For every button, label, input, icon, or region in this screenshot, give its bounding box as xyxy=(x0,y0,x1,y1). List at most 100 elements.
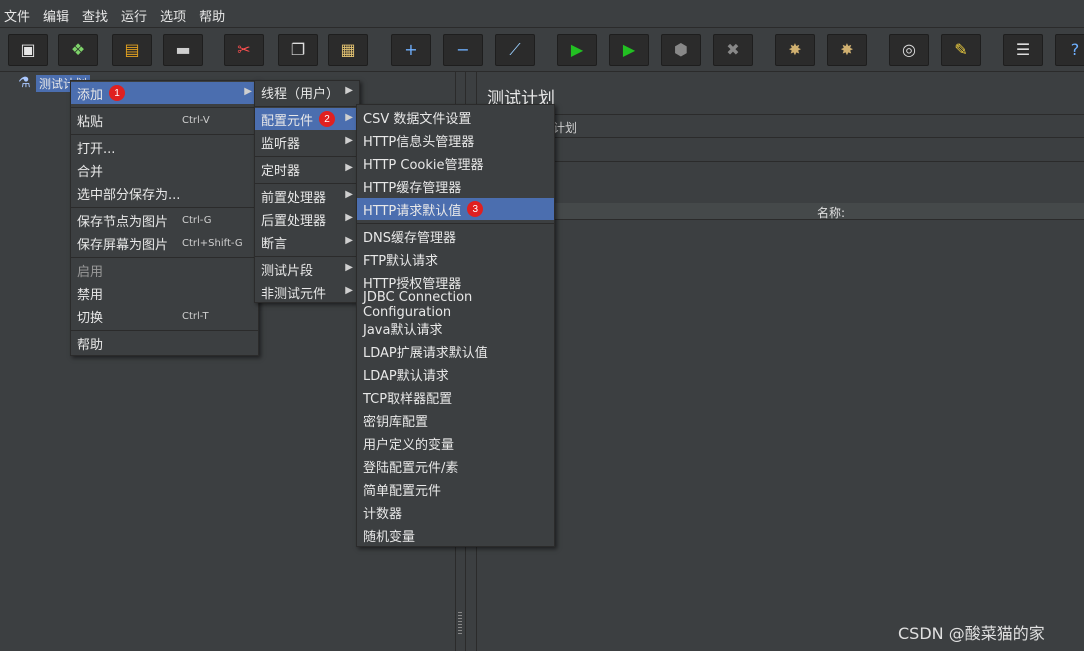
menu3-item[interactable]: HTTP请求默认值 3 xyxy=(357,198,554,220)
collapse-button[interactable]: − xyxy=(443,34,483,66)
menu-item-label: 监听器 xyxy=(261,136,301,152)
menu1-item[interactable]: 选中部分保存为... xyxy=(71,182,258,204)
clear-all-button[interactable]: ✸ xyxy=(827,34,867,66)
menu-shortcut: Ctrl-G xyxy=(182,214,212,226)
menu3-item[interactable]: CSV 数据文件设置 xyxy=(357,106,554,128)
menu3-item[interactable]: 密钥库配置 xyxy=(357,409,554,431)
menu-0[interactable]: 文件 xyxy=(4,6,30,25)
menu1-item[interactable]: 添加 1 ▶ xyxy=(71,82,258,104)
toggle-button[interactable]: ⟋ xyxy=(495,34,535,66)
menu1-item[interactable]: 粘贴 Ctrl-V xyxy=(71,109,258,131)
menu2-item[interactable]: 非测试元件 ▶ xyxy=(255,281,359,303)
function-helper-button[interactable]: ☰ xyxy=(1003,34,1043,66)
expand-button[interactable]: + xyxy=(391,34,431,66)
menu-item-label: 定时器 xyxy=(261,163,301,179)
menu2-item[interactable]: 前置处理器 ▶ xyxy=(255,185,359,207)
menu-item-label: 保存屏幕为图片 xyxy=(77,237,169,253)
menu3-item[interactable]: 登陆配置元件/素 xyxy=(357,455,554,477)
menu2-item[interactable]: 监听器 ▶ xyxy=(255,131,359,153)
new-icon: ▣ xyxy=(20,40,36,59)
menu-separator xyxy=(255,106,359,107)
menu-2[interactable]: 查找 xyxy=(82,6,108,25)
menu3-item[interactable]: HTTP信息头管理器 xyxy=(357,129,554,151)
menu2-item[interactable]: 定时器 ▶ xyxy=(255,158,359,180)
help-button[interactable]: ? xyxy=(1055,34,1084,66)
cut-icon: ✂ xyxy=(237,40,251,59)
paste-button[interactable]: ▦ xyxy=(328,34,368,66)
config-element-submenu: CSV 数据文件设置 HTTP信息头管理器 HTTP Cookie管理器 HTTP缓存… xyxy=(356,104,555,547)
collapse-icon: − xyxy=(456,40,470,59)
menu1-item[interactable]: 合并 xyxy=(71,159,258,181)
save-icon: ▬ xyxy=(175,40,191,59)
copy-icon: ❐ xyxy=(290,40,306,59)
menu3-item[interactable]: HTTP缓存管理器 xyxy=(357,175,554,197)
menu3-item[interactable]: HTTP Cookie管理器 xyxy=(357,152,554,174)
menu1-item[interactable]: 启用 xyxy=(71,259,258,281)
menu-1[interactable]: 编辑 xyxy=(43,6,69,25)
splitter-grip[interactable] xyxy=(458,612,462,634)
menu-item-label: 选中部分保存为... xyxy=(77,187,181,203)
menu-item-label: 切换 xyxy=(77,310,104,326)
menu2-item[interactable]: 后置处理器 ▶ xyxy=(255,208,359,230)
new-button[interactable]: ▣ xyxy=(8,34,48,66)
reset-search-button[interactable]: ✎ xyxy=(941,34,981,66)
editor-panel: 测试计划 计划 名称: xyxy=(476,72,1084,651)
menu1-item[interactable]: 帮助 xyxy=(71,332,258,354)
menu2-item[interactable]: 测试片段 ▶ xyxy=(255,258,359,280)
clear-button[interactable]: ✸ xyxy=(775,34,815,66)
name-field[interactable]: 计划 xyxy=(553,119,577,136)
menu3-item[interactable]: Java默认请求 xyxy=(357,317,554,339)
menu-item-label: HTTP缓存管理器 xyxy=(363,180,462,196)
menu-3[interactable]: 运行 xyxy=(121,6,147,25)
menu-item-label: 非测试元件 xyxy=(261,286,327,302)
search-button[interactable]: ◎ xyxy=(889,34,929,66)
menu-item-label: 登陆配置元件/素 xyxy=(363,460,459,476)
shutdown-button[interactable]: ✖ xyxy=(713,34,753,66)
menu-item-label: 随机变量 xyxy=(363,529,416,545)
menu3-item[interactable]: JDBC Connection Configuration xyxy=(357,290,554,320)
cut-button[interactable]: ✂ xyxy=(224,34,264,66)
menu-item-label: 计数器 xyxy=(363,506,403,522)
comment-row[interactable] xyxy=(477,144,1084,162)
copy-button[interactable]: ❐ xyxy=(278,34,318,66)
menu1-item[interactable]: 保存节点为图片 Ctrl-G xyxy=(71,209,258,231)
menu-item-label: 配置元件 xyxy=(261,113,314,129)
menu3-item[interactable]: DNS缓存管理器 xyxy=(357,225,554,247)
menu1-item[interactable]: 禁用 xyxy=(71,282,258,304)
shutdown-icon: ✖ xyxy=(726,40,740,59)
menu-4[interactable]: 选项 xyxy=(160,6,186,25)
open-button[interactable]: ▤ xyxy=(112,34,152,66)
menu3-item[interactable]: FTP默认请求 xyxy=(357,248,554,270)
menu3-item[interactable]: 随机变量 xyxy=(357,524,554,546)
toolbar: ▣ ❖ ▤ ▬ ✂ ❐ ▦ + − ⟋ ▶ ▶ ⬢ ✖ ✸ ✸ ◎ ✎ ☰? xyxy=(0,28,1084,72)
menu3-item[interactable]: 计数器 xyxy=(357,501,554,523)
templates-button[interactable]: ❖ xyxy=(58,34,98,66)
start-button[interactable]: ▶ xyxy=(557,34,597,66)
menu1-item[interactable]: 切换 Ctrl-T xyxy=(71,305,258,327)
menu3-item[interactable]: TCP取样器配置 xyxy=(357,386,554,408)
save-button[interactable]: ▬ xyxy=(163,34,203,66)
menu3-item[interactable]: LDAP扩展请求默认值 xyxy=(357,340,554,362)
menu-5[interactable]: 帮助 xyxy=(199,6,225,25)
menu2-item[interactable]: 线程（用户） ▶ xyxy=(255,81,359,103)
menu3-item[interactable]: 用户定义的变量 xyxy=(357,432,554,454)
start-no-pauses-button[interactable]: ▶ xyxy=(609,34,649,66)
menu-item-label: 添加 xyxy=(77,87,104,103)
menu-shortcut: Ctrl+Shift-G xyxy=(182,237,243,249)
clear-icon: ✸ xyxy=(788,40,802,59)
submenu-arrow-icon: ▶ xyxy=(345,135,353,146)
paste-icon: ▦ xyxy=(340,40,356,59)
stop-button[interactable]: ⬢ xyxy=(661,34,701,66)
menu1-item[interactable]: 打开... xyxy=(71,136,258,158)
menu-item-label: 密钥库配置 xyxy=(363,414,429,430)
menu2-item[interactable]: 断言 ▶ xyxy=(255,231,359,253)
menu-separator xyxy=(71,134,258,135)
submenu-arrow-icon: ▶ xyxy=(345,85,353,96)
menu-item-label: 启用 xyxy=(77,264,104,280)
add-submenu: 线程（用户） ▶ 配置元件 2 ▶ 监听器 ▶ 定时器 ▶ 前置处理器 ▶ 后置处理器 ▶ 断言 ▶ 测试片段… xyxy=(254,80,360,303)
menu3-item[interactable]: 简单配置元件 xyxy=(357,478,554,500)
submenu-arrow-icon: ▶ xyxy=(345,262,353,273)
menu2-item[interactable]: 配置元件 2 ▶ xyxy=(255,108,359,130)
menu3-item[interactable]: LDAP默认请求 xyxy=(357,363,554,385)
menu1-item[interactable]: 保存屏幕为图片 Ctrl+Shift-G xyxy=(71,232,258,254)
